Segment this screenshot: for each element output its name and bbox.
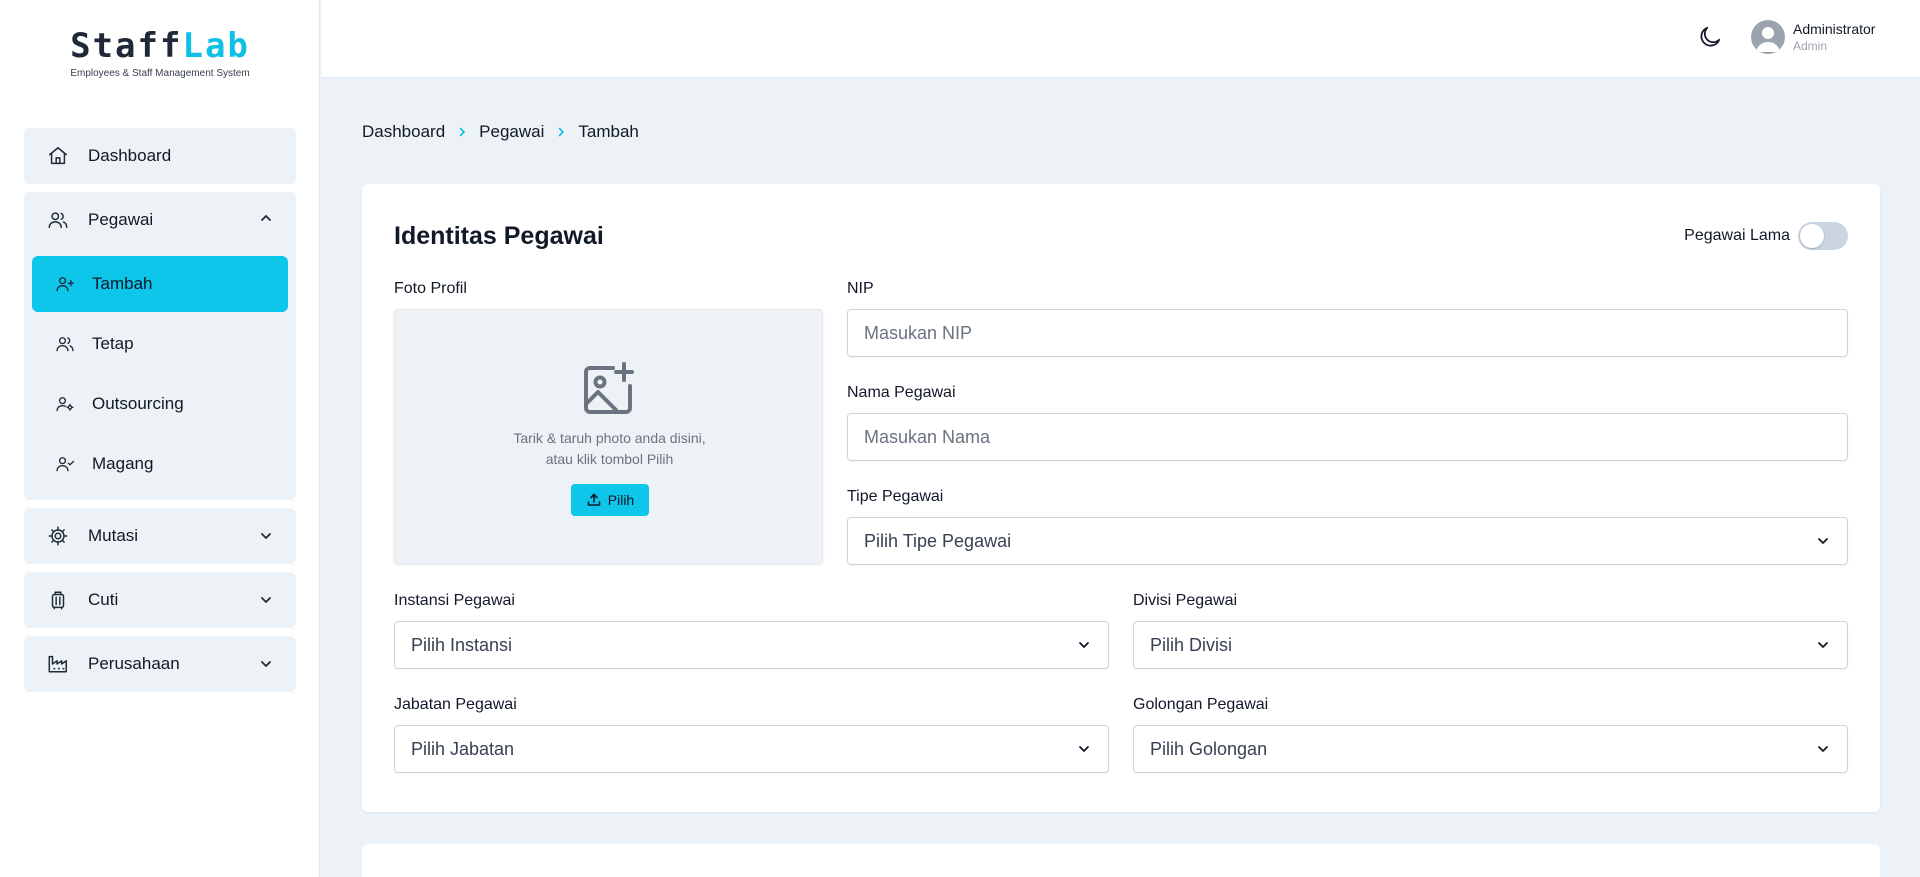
logo-tagline: Employees & Staff Management System [70,68,250,79]
factory-icon [46,652,70,676]
breadcrumb-item-pegawai[interactable]: Pegawai [479,122,544,142]
pegawai-lama-toggle[interactable] [1798,222,1848,250]
user-menu[interactable]: Administrator Admin [1751,20,1875,54]
sidebar-item-dashboard[interactable]: Dashboard [24,128,296,184]
divisi-label: Divisi Pegawai [1133,592,1238,609]
sidebar-item-label: Perusahaan [88,654,180,673]
nip-label: NIP [847,280,874,297]
breadcrumb: Dashboard Pegawai Tambah [362,122,639,142]
next-section-card [362,844,1880,877]
sidebar-subitem-tambah[interactable]: Tambah [32,256,288,312]
toggle-knob [1800,224,1824,248]
instansi-label: Instansi Pegawai [394,592,515,609]
pegawai-lama-label: Pegawai Lama [1684,227,1790,244]
chevron-down-icon [1815,637,1831,653]
moon-icon [1697,24,1723,55]
sidebar-item-mutasi[interactable]: Mutasi [24,508,296,564]
user-name: Administrator [1793,21,1876,37]
chevron-down-icon [258,592,274,608]
upload-icon [586,492,602,508]
sidebar-item-label: Dashboard [88,146,172,165]
users-icon [54,333,76,355]
instansi-select-value: Pilih Instansi [411,634,513,655]
dropzone-hint-line2: atau klik tombol Pilih [545,451,674,467]
jabatan-label: Jabatan Pegawai [394,696,517,713]
pegawai-lama-toggle-wrap: Pegawai Lama [1684,222,1848,250]
user-check-icon [54,453,76,475]
sidebar-subitem-magang[interactable]: Magang [32,436,288,492]
gear-icon [46,524,70,548]
logo[interactable]: StaffLab Employees & Staff Management Sy… [0,26,320,79]
tipe-select[interactable]: Pilih Tipe Pegawai [847,517,1848,565]
sidebar-item-label: Cuti [88,590,119,609]
employee-identity-card: Identitas Pegawai Pegawai Lama Foto Prof… [362,184,1880,812]
image-plus-icon [580,360,638,418]
sidebar-subitem-label: Magang [92,454,154,473]
logo-text-part2: Lab [182,26,250,66]
chevron-down-icon [1076,741,1092,757]
divisi-select-value: Pilih Divisi [1150,634,1233,655]
chevron-right-icon [453,126,471,138]
nama-input[interactable] [847,413,1848,461]
home-icon [46,144,70,168]
sidebar-item-pegawai[interactable]: Pegawai [24,192,296,248]
breadcrumb-item-dashboard[interactable]: Dashboard [362,122,445,142]
tipe-label: Tipe Pegawai [847,488,944,505]
sidebar-group-pegawai: Pegawai Tambah Tetap Outsourcing Magang [24,192,296,500]
user-cog-icon [54,393,76,415]
card-title: Identitas Pegawai [394,222,604,250]
sidebar-item-cuti[interactable]: Cuti [24,572,296,628]
top-bar: Administrator Admin [321,0,1920,78]
tipe-select-value: Pilih Tipe Pegawai [864,530,1012,551]
luggage-icon [46,588,70,612]
photo-label: Foto Profil [394,280,467,297]
dropzone-hint-line1: Tarik & taruh photo anda disini, [513,430,706,446]
sidebar-item-perusahaan[interactable]: Perusahaan [24,636,296,692]
sidebar: StaffLab Employees & Staff Management Sy… [0,0,320,877]
golongan-label: Golongan Pegawai [1133,696,1269,713]
user-plus-icon [54,273,76,295]
sidebar-item-label: Pegawai [88,210,154,229]
instansi-select[interactable]: Pilih Instansi [394,621,1109,669]
nama-label: Nama Pegawai [847,384,956,401]
logo-text-part1: Staff [70,26,183,66]
sidebar-subitem-label: Tambah [92,274,153,293]
chevron-down-icon [258,656,274,672]
chevron-down-icon [1076,637,1092,653]
user-role: Admin [1793,39,1828,53]
chevron-down-icon [258,528,274,544]
sidebar-subitem-tetap[interactable]: Tetap [32,316,288,372]
users-icon [46,208,70,232]
golongan-select-value: Pilih Golongan [1150,738,1268,759]
sidebar-subitem-outsourcing[interactable]: Outsourcing [32,376,288,432]
divisi-select[interactable]: Pilih Divisi [1133,621,1848,669]
chevron-down-icon [1815,533,1831,549]
breadcrumb-item-tambah: Tambah [578,122,639,141]
chevron-right-icon [552,126,570,138]
jabatan-select-value: Pilih Jabatan [411,738,515,759]
theme-toggle-button[interactable] [1695,24,1725,54]
golongan-select[interactable]: Pilih Golongan [1133,725,1848,773]
chevron-down-icon [1815,741,1831,757]
choose-photo-button[interactable]: Pilih [571,484,649,516]
avatar [1751,20,1785,54]
choose-photo-label: Pilih [607,492,635,508]
sidebar-subitem-label: Outsourcing [92,394,184,413]
sidebar-item-label: Mutasi [88,526,139,545]
photo-dropzone[interactable]: Tarik & taruh photo anda disini, atau kl… [394,309,823,564]
chevron-up-icon [258,210,274,231]
nip-input[interactable] [847,309,1848,357]
sidebar-subitem-label: Tetap [92,334,134,353]
jabatan-select[interactable]: Pilih Jabatan [394,725,1109,773]
